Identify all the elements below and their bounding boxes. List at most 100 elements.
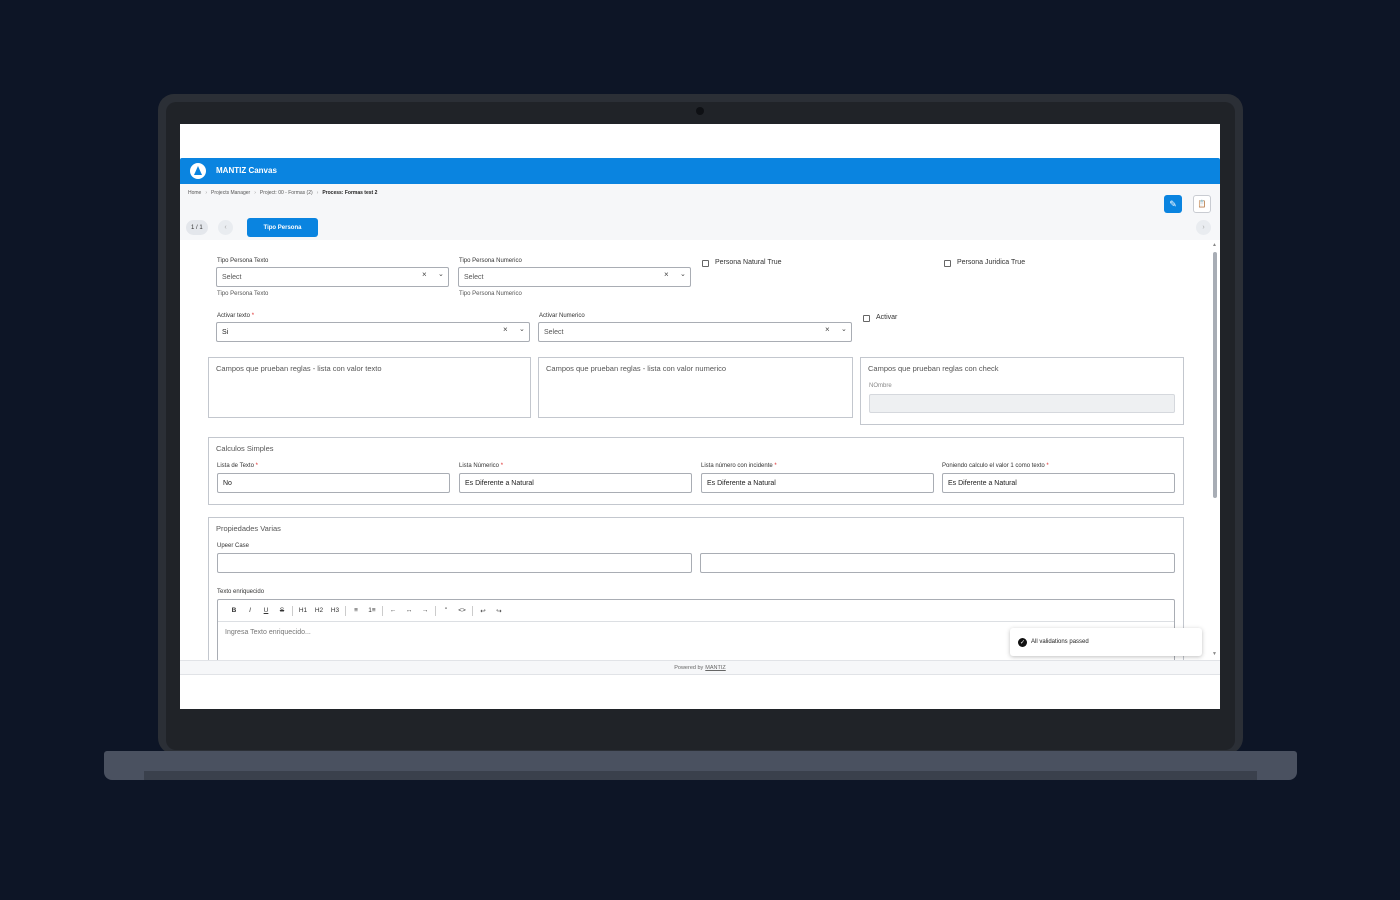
- chevron-down-icon[interactable]: ⌄: [841, 325, 847, 333]
- bold-button[interactable]: B: [226, 607, 242, 614]
- chevron-down-icon[interactable]: ⌄: [680, 270, 686, 278]
- page-indicator: 1 / 1: [186, 220, 208, 235]
- tipo-persona-texto-select[interactable]: Select × ⌄: [216, 267, 449, 287]
- camera-icon: [696, 107, 704, 115]
- toast-message: All validations passed: [1031, 639, 1089, 645]
- breadcrumb-projects-manager[interactable]: Projects Manager: [211, 190, 250, 196]
- footer: Powered by MANTIZ: [180, 660, 1220, 675]
- bullet-list-icon[interactable]: ≡: [348, 607, 364, 614]
- lista-de-texto-label: Lista de Texto *: [217, 463, 258, 469]
- clear-icon[interactable]: ×: [825, 325, 830, 334]
- check-circle-icon: ✓: [1018, 638, 1027, 647]
- activar-numerico-label: Activar Numerico: [539, 313, 585, 319]
- persona-juridica-label: Persona Juridica True: [957, 259, 1026, 266]
- upper-case-result-input[interactable]: [700, 553, 1175, 573]
- toolbar-divider: [435, 605, 436, 616]
- validation-toast: ✓ All validations passed: [1010, 628, 1202, 656]
- persona-juridica-checkbox[interactable]: [944, 260, 951, 267]
- laptop-base-groove: [144, 771, 1257, 780]
- select-value: Si: [222, 329, 229, 336]
- underline-button[interactable]: U: [258, 607, 274, 614]
- upper-case-label: Upeer Case: [217, 543, 250, 549]
- tab-tipo-persona[interactable]: Tipo Persona: [247, 218, 318, 237]
- tipo-persona-texto-helper: Tipo Persona Texto: [217, 291, 269, 297]
- footer-brand-link[interactable]: MANTIZ: [705, 665, 725, 671]
- lista-numero-incidente-label: Lista número con incidente *: [701, 463, 777, 469]
- scrollbar-thumb[interactable]: [1213, 252, 1217, 498]
- toolbar-divider: [382, 605, 383, 616]
- strikethrough-button[interactable]: S: [274, 607, 290, 614]
- heading2-button[interactable]: H2: [311, 607, 327, 614]
- chevron-right-icon: ›: [1202, 224, 1205, 231]
- toolbar-divider: [292, 605, 293, 616]
- panel-title: Campos que prueban reglas - lista con va…: [546, 364, 727, 373]
- persona-natural-checkbox[interactable]: [702, 260, 709, 267]
- breadcrumb-project[interactable]: Project: 00 - Formas (2): [260, 190, 313, 196]
- next-page-button[interactable]: ›: [1196, 220, 1211, 235]
- activar-numerico-select[interactable]: Select × ⌄: [538, 322, 852, 342]
- app-title: MANTIZ Canvas: [216, 166, 277, 175]
- tipo-persona-texto-label: Tipo Persona Texto: [217, 258, 269, 264]
- footer-prefix: Powered by: [674, 664, 704, 671]
- align-right-icon[interactable]: →: [417, 607, 433, 614]
- nombre-input: [869, 394, 1175, 413]
- activar-texto-select[interactable]: Si × ⌄: [216, 322, 530, 342]
- panel-lista-numerico: Campos que prueban reglas - lista con va…: [538, 357, 853, 418]
- panel-calculos-simples: Calculos Simples Lista de Texto * No Lis…: [208, 437, 1184, 505]
- italic-button[interactable]: I: [242, 607, 258, 614]
- tipo-persona-numerico-helper: Tipo Persona Numerico: [459, 291, 522, 297]
- clear-icon[interactable]: ×: [664, 270, 669, 279]
- heading3-button[interactable]: H3: [327, 607, 343, 614]
- select-value: Select: [464, 274, 484, 281]
- lista-numero-incidente-input[interactable]: Es Diferente a Natural: [701, 473, 934, 493]
- edit-button[interactable]: ✎: [1164, 195, 1182, 213]
- rich-text-placeholder: Ingresa Texto enriquecido...: [225, 629, 311, 636]
- scroll-down-icon[interactable]: ▼: [1212, 651, 1217, 657]
- rich-text-toolbar: B I U S H1 H2 H3 ≡ 1≡ ← ↔ → " <> ↩ ↪: [218, 600, 1174, 622]
- scroll-up-icon[interactable]: ▲: [1212, 242, 1217, 248]
- chevron-down-icon[interactable]: ⌄: [519, 325, 525, 333]
- pencil-icon: ✎: [1169, 198, 1177, 209]
- lista-de-texto-input[interactable]: No: [217, 473, 450, 493]
- panel-check: Campos que prueban reglas con check NOmb…: [860, 357, 1184, 425]
- undo-icon[interactable]: ↩: [475, 607, 491, 615]
- lista-numerico-label: Lista Númerico *: [459, 463, 504, 469]
- tipo-persona-numerico-label: Tipo Persona Numerico: [459, 258, 522, 264]
- heading1-button[interactable]: H1: [295, 607, 311, 614]
- activar-label: Activar: [876, 314, 898, 321]
- align-center-icon[interactable]: ↔: [401, 607, 417, 614]
- panel-lista-texto: Campos que prueban reglas - lista con va…: [208, 357, 531, 418]
- upper-case-input[interactable]: [217, 553, 692, 573]
- panel-title: Campos que prueban reglas con check: [868, 364, 999, 373]
- select-value: Select: [544, 329, 564, 336]
- redo-icon[interactable]: ↪: [491, 607, 507, 615]
- form-content: Tipo Persona Texto Select × ⌄ Tipo Perso…: [180, 240, 1220, 669]
- select-value: Select: [222, 274, 242, 281]
- chevron-down-icon[interactable]: ⌄: [438, 270, 444, 278]
- persona-natural-label: Persona Natural True: [715, 259, 782, 266]
- activar-checkbox[interactable]: [863, 315, 870, 322]
- ordered-list-icon[interactable]: 1≡: [364, 607, 380, 614]
- breadcrumb-separator: ›: [254, 190, 256, 196]
- breadcrumb-process: Process: Formas test 2: [322, 190, 378, 196]
- prev-page-button[interactable]: ‹: [218, 220, 233, 235]
- mantiz-logo-icon[interactable]: [190, 163, 206, 179]
- breadcrumb-home[interactable]: Home: [188, 190, 201, 196]
- calculo-valor-texto-input[interactable]: Es Diferente a Natural: [942, 473, 1175, 493]
- activar-texto-label: Activar texto *: [217, 313, 255, 319]
- nombre-label: NOmbre: [869, 383, 892, 389]
- code-icon[interactable]: <>: [454, 607, 470, 614]
- app-header: MANTIZ Canvas: [180, 158, 1220, 184]
- tipo-persona-numerico-select[interactable]: Select × ⌄: [458, 267, 691, 287]
- clear-icon[interactable]: ×: [422, 270, 427, 279]
- toolbar-divider: [345, 605, 346, 616]
- clear-icon[interactable]: ×: [503, 325, 508, 334]
- clipboard-button[interactable]: 📋: [1193, 195, 1211, 213]
- quote-icon[interactable]: ": [438, 607, 454, 614]
- calculo-valor-texto-label: Poniendo calculo el valor 1 como texto *: [942, 463, 1049, 469]
- breadcrumb: Home › Projects Manager › Project: 00 - …: [188, 190, 377, 196]
- toolbar-divider: [472, 605, 473, 616]
- align-left-icon[interactable]: ←: [385, 607, 401, 614]
- lista-numerico-input[interactable]: Es Diferente a Natural: [459, 473, 692, 493]
- chevron-left-icon: ‹: [224, 224, 227, 231]
